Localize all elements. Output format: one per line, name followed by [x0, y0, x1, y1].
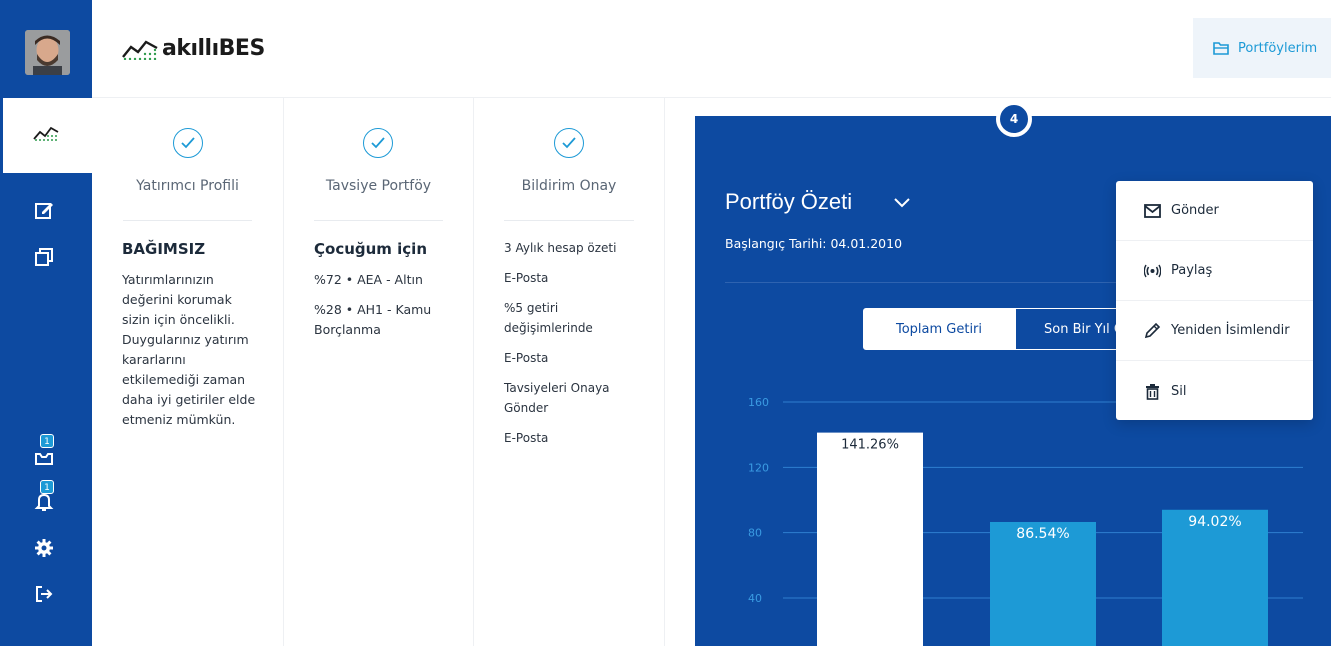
- notification-item: 3 Aylık hesap özeti: [504, 241, 617, 255]
- bar[interactable]: [817, 432, 923, 646]
- actions-menu: Gönder Paylaş Yeniden İsimlendir Sil: [1116, 181, 1313, 420]
- allocation-item: %72 • AEA - Altın: [314, 272, 423, 287]
- sidebar-item-dashboard[interactable]: [0, 98, 92, 173]
- trash-icon: [1146, 383, 1159, 400]
- mail-icon: [1144, 203, 1161, 218]
- logout-icon: [36, 586, 53, 602]
- notification-channel: E-Posta: [504, 351, 549, 365]
- chart-tabs: Toplam Getiri Son Bir Yıl Ge: [863, 308, 1135, 350]
- gear-icon: [35, 539, 53, 557]
- menu-item-rename[interactable]: Yeniden İsimlendir: [1116, 301, 1313, 361]
- step-notification-approval: Bildirim Onay 3 Aylık hesap özeti E-Post…: [474, 98, 665, 646]
- portfolios-label: Portföylerim: [1238, 40, 1318, 56]
- step-content: 3 Aylık hesap özeti E-Posta %5 getiri de…: [504, 238, 644, 458]
- sidebar-item-copy[interactable]: [34, 247, 56, 269]
- header: akıllıBES Portföylerim: [92, 0, 1331, 98]
- step-number-badge: 4: [996, 101, 1032, 137]
- sidebar-item-edit[interactable]: [34, 200, 56, 222]
- menu-item-share[interactable]: Paylaş: [1116, 241, 1313, 301]
- notification-channel: E-Posta: [504, 271, 549, 285]
- y-tick-label: 120: [748, 461, 769, 474]
- divider: [123, 220, 252, 221]
- bell-icon: [34, 493, 54, 511]
- user-avatar[interactable]: [25, 30, 70, 75]
- menu-item-send[interactable]: Gönder: [1116, 181, 1313, 241]
- step-complete-icon: [554, 128, 584, 158]
- step-recommended-portfolio: Tavsiye Portföy Çocuğum için %72 • AEA -…: [284, 98, 474, 646]
- menu-item-label: Gönder: [1171, 203, 1219, 218]
- profile-type: BAĞIMSIZ: [122, 240, 206, 258]
- step-complete-icon: [173, 128, 203, 158]
- step-complete-icon: [363, 128, 393, 158]
- sidebar-item-logout[interactable]: [34, 584, 56, 606]
- step-investor-profile: Yatırımcı Profili BAĞIMSIZ Yatırımlarını…: [92, 98, 284, 646]
- chart-icon: [33, 126, 59, 141]
- tab-total-return[interactable]: Toplam Getiri: [863, 308, 1015, 350]
- pencil-icon: [1144, 322, 1161, 339]
- logo-chart-icon: [122, 39, 158, 60]
- bar-value-label: 141.26%: [841, 438, 899, 453]
- menu-item-label: Paylaş: [1171, 263, 1213, 278]
- portfolios-button[interactable]: Portföylerim: [1193, 18, 1331, 78]
- broadcast-icon: [1144, 264, 1161, 277]
- allocation-item: %28 • AH1 - Kamu Borçlanma: [314, 302, 432, 337]
- portfolio-name: Çocuğum için: [314, 240, 428, 258]
- inbox-icon: [35, 453, 53, 465]
- sidebar: 1 1: [0, 0, 92, 646]
- copy-icon: [35, 248, 53, 266]
- menu-item-label: Yeniden İsimlendir: [1171, 323, 1290, 338]
- sidebar-item-notifications[interactable]: 1: [34, 480, 56, 514]
- notification-badge: 1: [40, 480, 54, 494]
- step-content: Çocuğum için %72 • AEA - Altın %28 • AH1…: [314, 238, 454, 350]
- edit-icon: [35, 203, 53, 219]
- divider: [314, 220, 443, 221]
- inbox-badge: 1: [40, 434, 54, 448]
- step-title: Bildirim Onay: [521, 178, 617, 194]
- notification-item: %5 getiri değişimlerinde: [504, 301, 593, 335]
- menu-item-label: Sil: [1171, 383, 1187, 399]
- notification-item: Tavsiyeleri Onaya Gönder: [504, 381, 610, 415]
- step-title: Yatırımcı Profili: [136, 178, 239, 194]
- brand-name: akıllıBES: [162, 36, 265, 61]
- y-tick-label: 80: [748, 527, 762, 540]
- notification-channel: E-Posta: [504, 431, 549, 445]
- brand-logo[interactable]: akıllıBES: [122, 36, 265, 61]
- y-tick-label: 160: [748, 396, 769, 409]
- menu-item-delete[interactable]: Sil: [1116, 361, 1313, 421]
- divider: [504, 220, 634, 221]
- y-tick-label: 40: [748, 592, 762, 605]
- step-content: BAĞIMSIZ Yatırımlarınızın değerini korum…: [122, 238, 262, 440]
- step-title: Tavsiye Portföy: [325, 178, 432, 194]
- bar-value-label: 86.54%: [1016, 526, 1069, 542]
- sidebar-item-settings[interactable]: [34, 538, 56, 560]
- profile-description: Yatırımlarınızın değerini korumak sizin …: [122, 272, 256, 427]
- bar-value-label: 94.02%: [1188, 514, 1241, 530]
- folder-icon: [1213, 42, 1229, 55]
- bar[interactable]: [1162, 509, 1268, 646]
- sidebar-item-inbox[interactable]: 1: [34, 434, 56, 468]
